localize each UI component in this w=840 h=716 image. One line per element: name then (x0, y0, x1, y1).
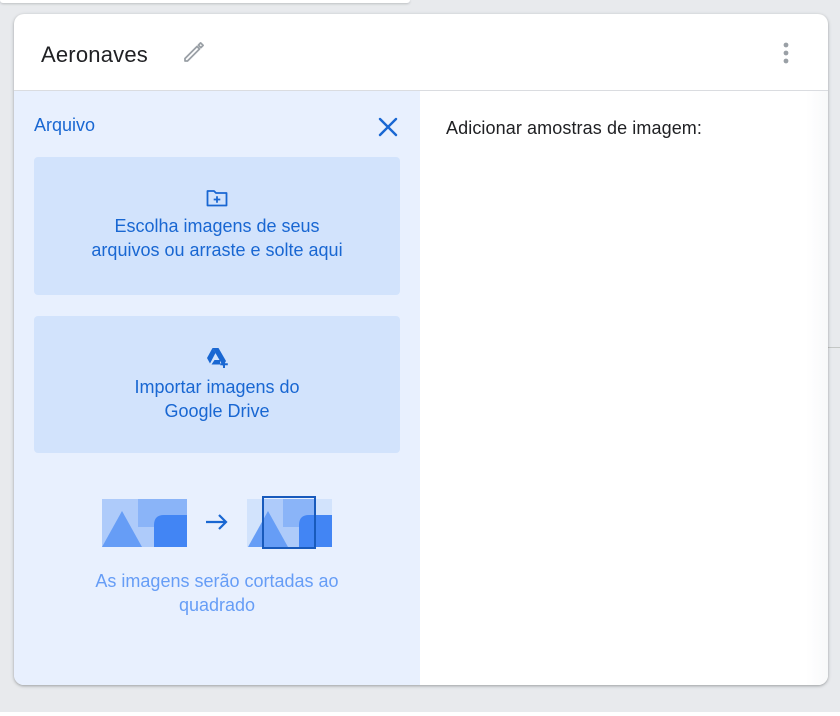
upload-from-files-label-line2: arquivos ou arraste e solte aqui (91, 240, 343, 260)
close-icon[interactable] (374, 113, 402, 141)
crop-note-line1: As imagens serão cortadas ao (95, 571, 339, 591)
card-header: Aeronaves (14, 14, 828, 91)
samples-area: Adicionar amostras de imagem: (420, 91, 828, 685)
more-vertical-icon[interactable] (774, 38, 798, 70)
image-crop-to-square-illustration (102, 495, 332, 549)
import-from-drive-button[interactable]: Importar imagens do Google Drive (34, 316, 400, 453)
next-card-edge (0, 712, 840, 716)
previous-card-edge (0, 0, 410, 3)
import-from-drive-label-line1: Importar imagens do (134, 377, 300, 397)
upload-from-files-label-line1: Escolha imagens de seus (114, 216, 320, 236)
class-card: Aeronaves Arquivo Escolha imagens de seu… (14, 14, 828, 685)
add-samples-label: Adicionar amostras de imagem: (446, 118, 703, 138)
folder-upload-icon (205, 186, 229, 210)
crop-note-line2: quadrado (178, 595, 256, 615)
google-drive-icon (205, 345, 229, 369)
upload-panel: Arquivo Escolha imagens de seus arquivos… (14, 91, 420, 685)
upload-from-files-label: Escolha imagens de seus arquivos ou arra… (34, 214, 400, 262)
connector-line (828, 347, 840, 348)
import-from-drive-label: Importar imagens do Google Drive (34, 375, 400, 423)
class-name-title[interactable]: Aeronaves (41, 42, 148, 68)
pencil-icon[interactable] (180, 38, 208, 66)
import-from-drive-label-line2: Google Drive (164, 401, 270, 421)
scroll-fade (806, 91, 828, 685)
crop-note: As imagens serão cortadas ao quadrado (14, 569, 420, 617)
upload-from-files-button[interactable]: Escolha imagens de seus arquivos ou arra… (34, 157, 400, 295)
upload-panel-title: Arquivo (34, 115, 96, 135)
